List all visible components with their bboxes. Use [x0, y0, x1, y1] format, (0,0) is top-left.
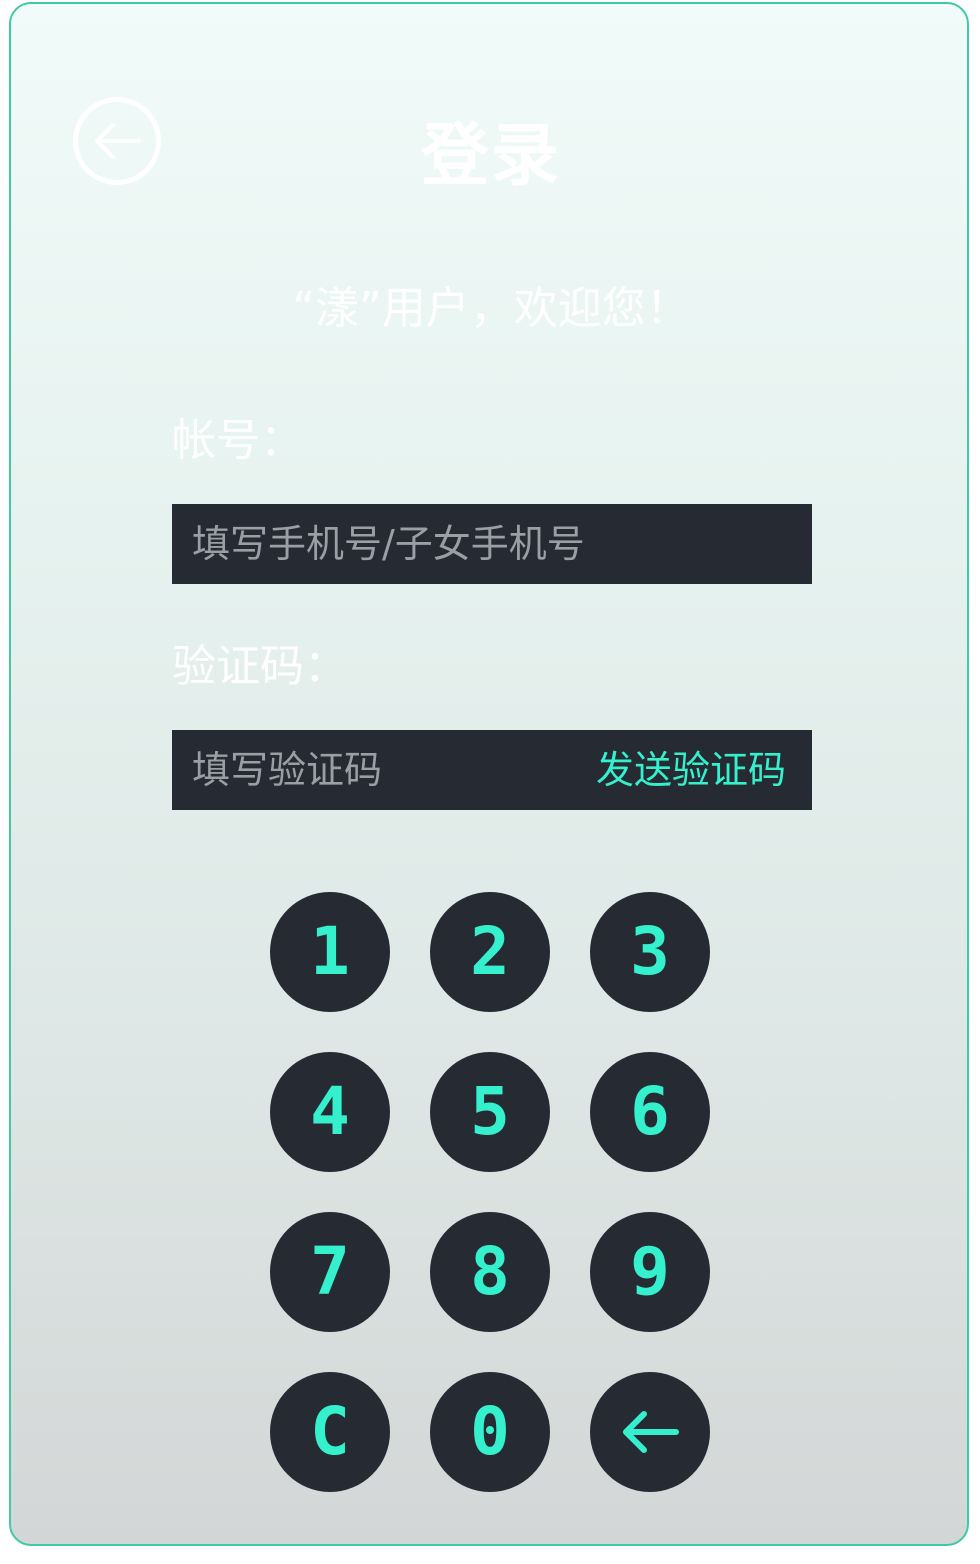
key-2[interactable]: 2: [430, 892, 550, 1012]
code-label: 验证码：: [172, 641, 348, 692]
account-label: 帐号：: [172, 415, 304, 466]
account-input[interactable]: [172, 504, 812, 584]
backspace-arrow-icon: [623, 1411, 679, 1453]
welcome-text: “漾”用户，欢迎您！: [292, 283, 690, 334]
key-6[interactable]: 6: [590, 1052, 710, 1172]
key-1[interactable]: 1: [270, 892, 390, 1012]
key-9[interactable]: 9: [590, 1212, 710, 1332]
account-input-box: [172, 504, 812, 584]
key-clear[interactable]: C: [270, 1372, 390, 1492]
key-3[interactable]: 3: [590, 892, 710, 1012]
code-input[interactable]: [172, 730, 592, 810]
key-5[interactable]: 5: [430, 1052, 550, 1172]
key-0[interactable]: 0: [430, 1372, 550, 1492]
key-backspace[interactable]: [590, 1372, 710, 1492]
send-code-button[interactable]: 发送验证码: [596, 730, 786, 810]
page-title: 登录: [420, 117, 561, 196]
key-7[interactable]: 7: [270, 1212, 390, 1332]
code-input-box: 发送验证码: [172, 730, 812, 810]
key-8[interactable]: 8: [430, 1212, 550, 1332]
login-panel: 登录 “漾”用户，欢迎您！ 帐号： 验证码： 发送验证码 1 2 3 4 5 6…: [9, 2, 969, 1546]
key-4[interactable]: 4: [270, 1052, 390, 1172]
